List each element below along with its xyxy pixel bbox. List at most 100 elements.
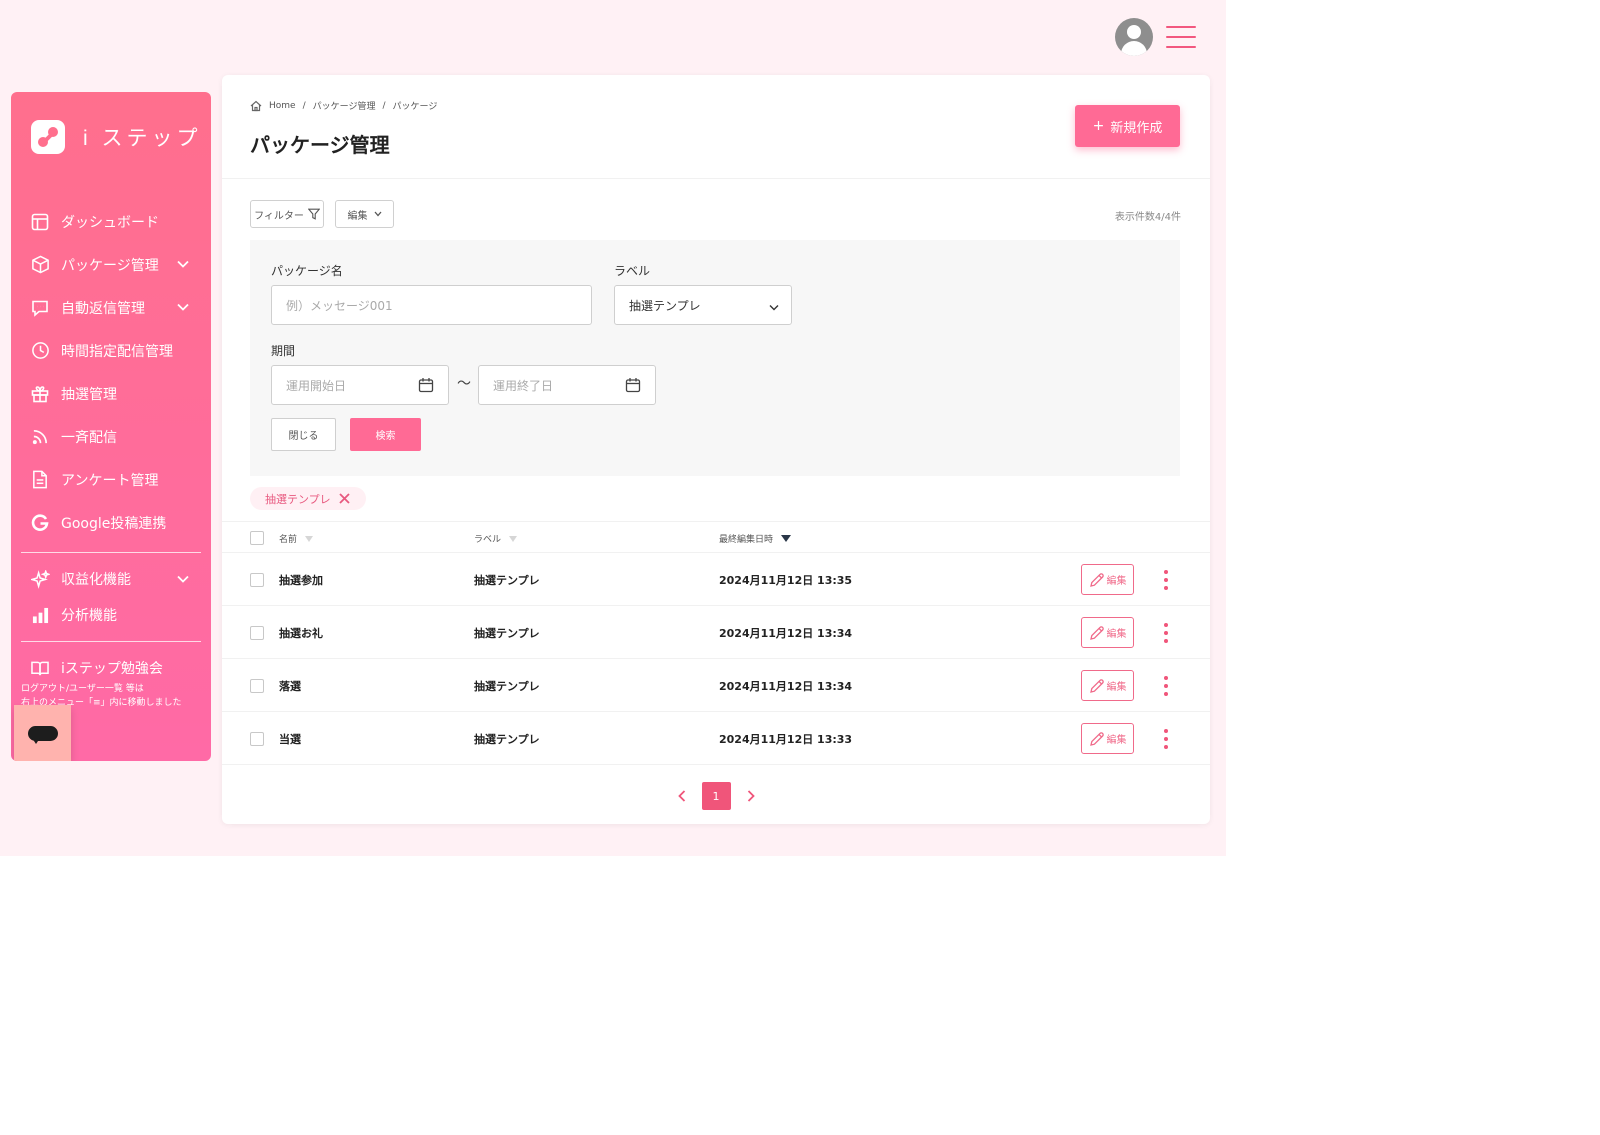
label-select[interactable]: 抽選テンプレ [614, 285, 792, 325]
close-icon[interactable] [339, 493, 350, 504]
plus-icon: + [1092, 118, 1105, 134]
column-header-label: 名前 [279, 535, 298, 545]
chevron-right-icon[interactable] [743, 782, 759, 810]
sidebar-item-auto-reply[interactable]: 自動返信管理 [11, 286, 211, 329]
sidebar-item-analytics[interactable]: 分析機能 [11, 597, 211, 633]
chat-icon [29, 297, 51, 319]
home-icon[interactable] [250, 100, 262, 112]
row-edit-button[interactable]: 編集 [1081, 564, 1134, 595]
sidebar-item-label: 分析機能 [61, 608, 117, 624]
row-checkbox[interactable] [250, 626, 264, 640]
breadcrumb-package-management[interactable]: パッケージ管理 [313, 99, 376, 112]
hamburger-menu-icon[interactable] [1166, 26, 1196, 48]
row-name[interactable]: 当選 [279, 731, 301, 747]
broadcast-icon [29, 426, 51, 448]
brand[interactable]: i ステップ [31, 120, 202, 154]
row-checkbox[interactable] [250, 573, 264, 587]
gift-icon [29, 383, 51, 405]
row-updated: 2024月11月12日 13:33 [719, 733, 853, 746]
sidebar: i ステップ ダッシュボード パッケージ管理 自動返信管理 時間指定配信管理 抽… [11, 92, 211, 761]
chevron-down-icon [177, 571, 189, 587]
row-label: 抽選テンプレ [474, 733, 540, 746]
page-number-current[interactable]: 1 [701, 782, 731, 810]
package-name-label: パッケージ名 [271, 264, 343, 278]
table-header: 名前 ラベル 最終編集日時 [222, 521, 1210, 553]
breadcrumb-home[interactable]: Home [269, 101, 296, 111]
sidebar-item-label: iステップ勉強会 [61, 661, 163, 677]
row-label: 抽選テンプレ [474, 574, 540, 587]
sidebar-item-package[interactable]: パッケージ管理 [11, 243, 211, 286]
sidebar-item-study[interactable]: iステップ勉強会 [11, 650, 211, 686]
package-table: 名前 ラベル 最終編集日時 抽選参加 抽選テンプレ 2024月11月12日 13… [222, 521, 1210, 765]
row-name[interactable]: 落選 [279, 678, 301, 694]
sidebar-item-label: 収益化機能 [61, 572, 131, 588]
row-edit-button[interactable]: 編集 [1081, 617, 1134, 648]
pencil-icon [1089, 678, 1104, 693]
clock-icon [29, 340, 51, 362]
calendar-icon[interactable] [418, 377, 434, 396]
end-date-input[interactable]: 運用終了日 [478, 365, 656, 405]
row-name[interactable]: 抽選お礼 [279, 625, 323, 641]
row-edit-button[interactable]: 編集 [1081, 723, 1134, 754]
more-options-icon[interactable] [1160, 729, 1172, 749]
search-button[interactable]: 検索 [350, 418, 421, 451]
document-icon [29, 469, 51, 491]
start-date-input[interactable]: 運用開始日 [271, 365, 449, 405]
page-title: パッケージ管理 [250, 133, 390, 157]
row-edit-button[interactable]: 編集 [1081, 670, 1134, 701]
select-all-checkbox[interactable] [250, 531, 264, 545]
sort-desc-icon [781, 535, 792, 542]
filter-icon [307, 208, 320, 220]
breadcrumb: Home / パッケージ管理 / パッケージ [250, 99, 437, 112]
sidebar-divider [21, 552, 201, 553]
sidebar-item-broadcast[interactable]: 一斉配信 [11, 415, 211, 458]
user-avatar-icon[interactable] [1115, 18, 1153, 56]
more-options-icon[interactable] [1160, 623, 1172, 643]
header-divider [222, 178, 1210, 179]
brand-logo-icon [31, 120, 65, 154]
edit-label: 編集 [1106, 735, 1127, 746]
sidebar-item-scheduled[interactable]: 時間指定配信管理 [11, 329, 211, 372]
end-date-placeholder: 運用終了日 [493, 378, 554, 393]
sidebar-item-label: 時間指定配信管理 [61, 343, 173, 360]
row-checkbox[interactable] [250, 732, 264, 746]
create-new-button[interactable]: + 新規作成 [1075, 105, 1180, 147]
sidebar-item-google[interactable]: Google投稿連携 [11, 501, 211, 544]
edit-label: 編集 [1106, 629, 1127, 640]
sidebar-item-label: アンケート管理 [61, 472, 159, 489]
more-options-icon[interactable] [1160, 676, 1172, 696]
row-updated: 2024月11月12日 13:35 [719, 574, 853, 587]
filter-toggle-button[interactable]: フィルター [250, 200, 324, 228]
chat-bubble-icon [27, 725, 58, 744]
chat-support-button[interactable] [14, 705, 71, 761]
row-label: 抽選テンプレ [474, 627, 540, 640]
start-date-placeholder: 運用開始日 [286, 378, 347, 393]
edit-label: 編集 [1106, 576, 1127, 587]
pencil-icon [1089, 572, 1104, 587]
calendar-icon[interactable] [625, 377, 641, 396]
sidebar-item-lottery[interactable]: 抽選管理 [11, 372, 211, 415]
note-line: ログアウト/ユーザー一覧 等は [21, 684, 144, 694]
column-header-label: 最終編集日時 [719, 535, 774, 545]
table-row: 当選 抽選テンプレ 2024月11月12日 13:33 編集 [222, 712, 1210, 765]
sidebar-item-monetize[interactable]: 収益化機能 [11, 561, 211, 597]
row-name[interactable]: 抽選参加 [279, 572, 323, 588]
sidebar-item-label: ダッシュボード [61, 214, 159, 231]
row-checkbox[interactable] [250, 679, 264, 693]
edit-menu-button[interactable]: 編集 [335, 200, 394, 228]
column-header-updated[interactable]: 最終編集日時 [719, 532, 792, 545]
column-header-label-col[interactable]: ラベル [474, 532, 518, 545]
chevron-left-icon[interactable] [674, 782, 690, 810]
more-options-icon[interactable] [1160, 570, 1172, 590]
breadcrumb-current: パッケージ [392, 102, 438, 112]
column-header-name[interactable]: 名前 [279, 532, 314, 545]
package-name-input[interactable]: 例）メッセージ001 [271, 285, 592, 325]
chip-label: 抽選テンプレ [265, 492, 331, 506]
layout-icon [29, 211, 51, 233]
sparkle-icon [29, 568, 51, 590]
sidebar-item-dashboard[interactable]: ダッシュボード [11, 200, 211, 243]
bar-chart-icon [29, 604, 51, 626]
date-range-separator: 〜 [457, 376, 471, 392]
sidebar-item-survey[interactable]: アンケート管理 [11, 458, 211, 501]
close-filter-button[interactable]: 閉じる [271, 418, 336, 451]
